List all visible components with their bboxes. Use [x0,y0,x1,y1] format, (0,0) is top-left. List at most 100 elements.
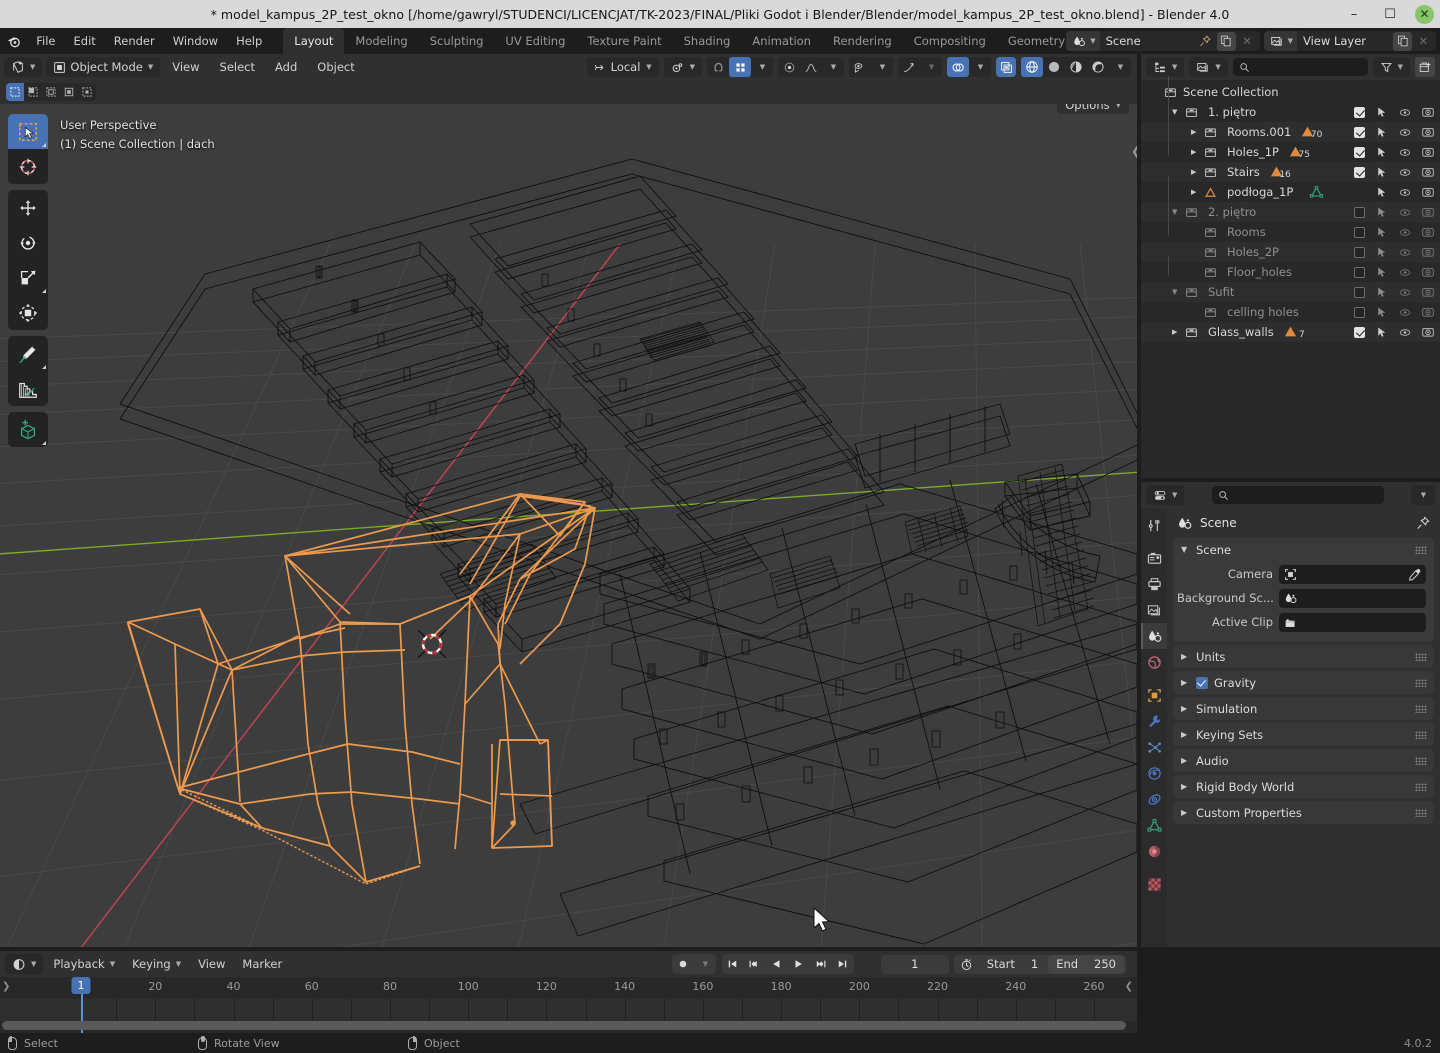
panel-header[interactable]: ▶ Keying Sets [1173,723,1434,746]
jump-next-keyframe-icon[interactable] [810,954,832,974]
hide-in-viewport-eye-icon[interactable] [1399,146,1411,158]
tab-animation[interactable]: Animation [741,28,822,54]
selectable-icon[interactable] [1376,246,1388,258]
chevron-right-icon[interactable]: ▶ [1191,168,1204,176]
tab-layout[interactable]: Layout [283,28,345,54]
chevron-down-icon[interactable]: ▼ [1172,208,1185,216]
selectable-icon[interactable] [1376,186,1388,198]
panel-grip[interactable] [1415,546,1427,554]
hide-in-viewport-eye-icon[interactable] [1399,306,1411,318]
menu-edit[interactable]: Edit [65,28,105,54]
maximize-icon[interactable]: ☐ [1379,3,1401,25]
tab-output-icon[interactable] [1141,571,1167,597]
disable-in-renders-camera-icon[interactable] [1422,246,1434,258]
add-cube-tool[interactable] [8,412,48,447]
selectable-icon[interactable] [1376,326,1388,338]
exclude-from-view-layer-checkbox[interactable] [1354,326,1365,338]
disable-in-renders-camera-icon[interactable] [1422,266,1434,278]
selectable-icon[interactable] [1376,146,1388,158]
mesh-data-badge-icon[interactable]: 75 [1288,145,1310,160]
disable-in-renders-camera-icon[interactable] [1422,326,1434,338]
timeline-ruler[interactable]: 20 40 60 80 100 120 140 160 180 200 220 240 260 [0,977,1137,999]
chevron-right-icon[interactable]: ▶ [1191,188,1204,196]
timeline-right-toggle[interactable]: ❮ [1125,981,1133,992]
jump-prev-keyframe-icon[interactable] [744,954,766,974]
new-scene-icon[interactable] [1216,31,1236,51]
snap-increment-icon[interactable] [729,57,751,77]
timeline-horizontal-scrollbar[interactable] [2,1021,1126,1030]
minimize-icon[interactable]: – [1343,3,1365,25]
selectable-icon[interactable] [1376,226,1388,238]
current-frame-field[interactable]: 1 [880,954,949,974]
viewport-menu-add[interactable]: Add [267,54,305,80]
shading-material-preview-icon[interactable] [1065,57,1087,77]
menu-render[interactable]: Render [105,28,164,54]
panel-grip[interactable] [1415,783,1427,791]
move-tool[interactable] [8,190,48,225]
disable-in-renders-camera-icon[interactable] [1422,286,1434,298]
auto-keying-record-icon[interactable] [672,954,694,974]
mesh-data-badge-icon[interactable] [1309,185,1324,199]
hide-in-viewport-eye-icon[interactable] [1399,266,1411,278]
outliner-tree[interactable]: Scene Collection ▼ 1. piętro ▶ Rooms.001 70 ▶… [1141,76,1440,478]
timeline-playhead-frame-badge[interactable]: 1 [71,977,91,994]
jump-to-end-icon[interactable] [832,954,854,974]
play-reverse-icon[interactable] [766,954,788,974]
outliner-row[interactable]: ▼ 1. piętro [1141,102,1440,122]
overlays-chevron-down-icon[interactable]: ▼ [969,57,991,77]
outliner-row[interactable]: ▶ podłoga_1P [1141,182,1440,202]
frame-start-field[interactable]: Start 1 [979,957,1046,971]
tab-material-icon[interactable] [1141,838,1167,864]
tab-object-icon[interactable] [1141,682,1167,708]
outliner-row[interactable]: ▶ Stairs 16 [1141,162,1440,182]
pin-icon[interactable] [1196,32,1215,51]
mesh-data-badge-icon[interactable]: 70 [1300,125,1322,140]
viewport-sidebar-toggle[interactable]: ❮ [1131,144,1137,158]
active-clip-field[interactable] [1279,612,1426,632]
hide-in-viewport-eye-icon[interactable] [1399,106,1411,118]
shading-rendered-icon[interactable] [1087,57,1109,77]
unlink-scene-icon[interactable]: ✕ [1238,32,1257,51]
shading-wireframe-icon[interactable] [1021,57,1043,77]
view-layer-name[interactable]: View Layer [1297,31,1393,51]
exclude-from-view-layer-checkbox[interactable] [1354,146,1365,158]
tab-rendering[interactable]: Rendering [822,28,903,54]
panel-grip[interactable] [1415,705,1427,713]
outliner-row[interactable]: Holes_2P [1141,242,1440,262]
tweak-select-tool[interactable] [8,114,48,149]
stopwatch-icon[interactable] [956,958,977,971]
outliner-row[interactable]: ▶ Glass_walls 7 [1141,322,1440,342]
viewport-canvas[interactable]: User Perspective (1) Scene Collection | … [0,104,1137,947]
select-mode-set-icon[interactable] [6,83,24,101]
selectable-icon[interactable] [1376,206,1388,218]
select-mode-subtract-icon[interactable] [42,83,60,101]
scene-browse-button[interactable]: ▼ [1066,31,1100,51]
pin-icon[interactable] [1416,516,1430,530]
editor-type-3dview-icon[interactable]: ▼ [4,57,43,77]
camera-field[interactable] [1279,564,1426,584]
falloff-chevron-down-icon[interactable]: ▼ [822,57,844,77]
hide-in-viewport-eye-icon[interactable] [1399,326,1411,338]
exclude-from-view-layer-checkbox[interactable] [1354,266,1365,278]
mesh-data-badge-icon[interactable]: 7 [1283,325,1305,340]
menu-file[interactable]: File [27,28,64,54]
hide-in-viewport-eye-icon[interactable] [1399,186,1411,198]
new-collection-icon[interactable] [1415,57,1435,77]
panel-header[interactable]: ▶ Gravity [1173,671,1434,694]
outliner-display-mode-icon[interactable]: ▼ [1146,57,1185,77]
exclude-from-view-layer-checkbox[interactable] [1354,166,1365,178]
tab-shading[interactable]: Shading [673,28,742,54]
tab-world-icon[interactable] [1141,649,1167,675]
remove-view-layer-icon[interactable]: ✕ [1414,32,1433,51]
disable-in-renders-camera-icon[interactable] [1422,106,1434,118]
tab-compositing[interactable]: Compositing [903,28,997,54]
tab-texture-icon[interactable] [1141,871,1167,897]
hide-in-viewport-eye-icon[interactable] [1399,206,1411,218]
disable-in-renders-camera-icon[interactable] [1422,186,1434,198]
hide-in-viewport-eye-icon[interactable] [1399,126,1411,138]
panel-enable-checkbox[interactable] [1196,676,1208,689]
hide-in-viewport-eye-icon[interactable] [1399,246,1411,258]
chevron-down-icon[interactable]: ▼ [1410,485,1435,505]
panel-header[interactable]: ▶ Rigid Body World [1173,775,1434,798]
tab-uv-editing[interactable]: UV Editing [494,28,576,54]
